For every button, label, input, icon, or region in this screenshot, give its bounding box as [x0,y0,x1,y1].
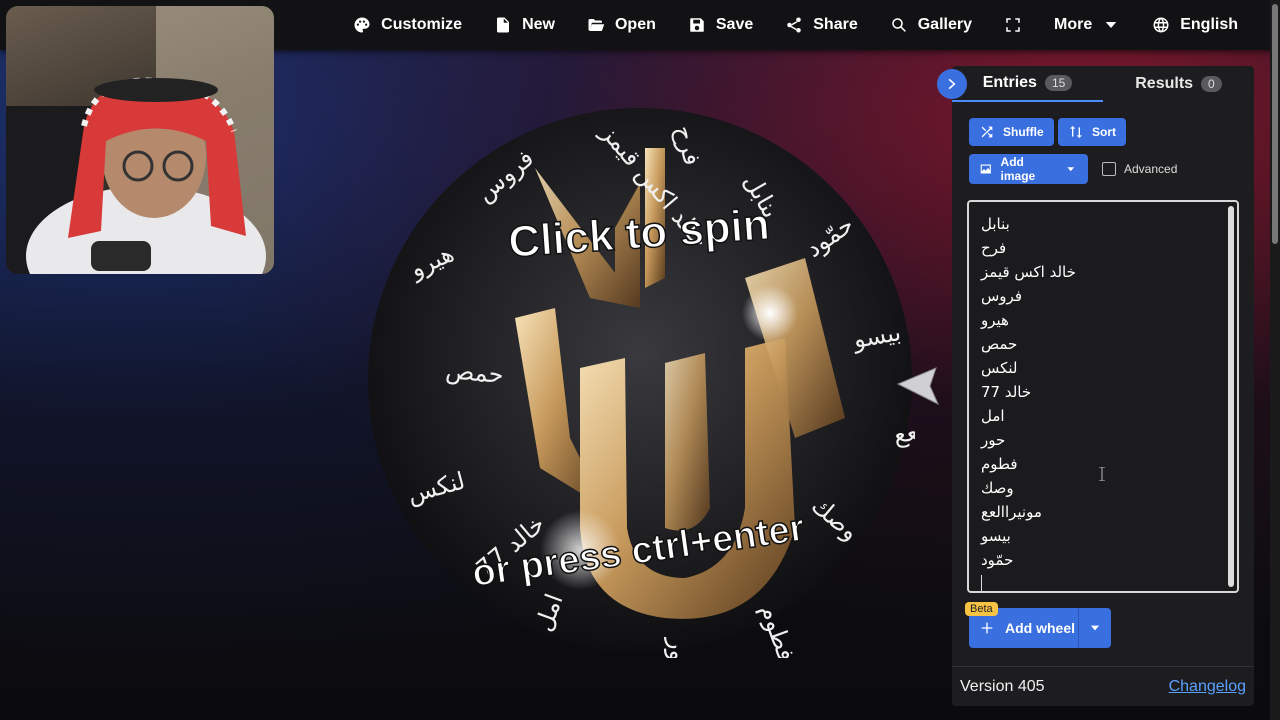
advanced-checkbox[interactable] [1102,162,1116,176]
image-icon [980,164,991,174]
advanced-toggle[interactable]: Advanced [1102,162,1177,176]
version-label: Version 405 [960,677,1045,695]
language-button[interactable]: English [1136,0,1254,50]
entry-line[interactable]: حمّود [981,548,1225,572]
entry-line[interactable]: هيرو [981,308,1225,332]
save-button[interactable]: Save [672,0,769,50]
entry-line[interactable]: بنابل [981,212,1225,236]
fullscreen-icon [1006,18,1020,32]
plus-icon [981,622,993,634]
language-label: English [1180,16,1238,33]
add-wheel-label: Add wheel [1005,620,1076,636]
share-label: Share [813,16,858,33]
tab-entries[interactable]: Entries 15 [952,66,1103,102]
rim-label: حمص [444,356,504,389]
results-count-badge: 0 [1201,76,1222,92]
save-icon [690,18,704,32]
rim-label: حور [664,637,692,658]
caret-down-icon [1090,625,1100,631]
text-caret [981,575,982,591]
customize-label: Customize [381,16,463,33]
entry-line[interactable]: فروس [981,284,1225,308]
entry-line[interactable]: بيسو [981,524,1225,548]
sort-icon [1070,126,1082,138]
spin-wheel[interactable]: بنابل حمّود بيسو مونيراالعع وصك فطوم حور… [365,108,992,677]
open-label: Open [614,16,656,33]
shuffle-icon [981,126,993,138]
file-icon [497,17,510,33]
entry-line[interactable]: خالد اكس قيمز [981,260,1225,284]
save-label: Save [715,16,754,33]
entry-line[interactable]: حور [981,428,1225,452]
text-cursor-icon [1099,467,1105,481]
collapse-panel-button[interactable] [937,69,967,99]
advanced-label: Advanced [1124,162,1178,176]
rim-label: فطوم [754,600,800,658]
caret-down-icon [1105,22,1117,28]
caret-down-icon[interactable] [1064,161,1078,177]
palette-icon [354,17,370,33]
entry-line[interactable]: خالد 77 [981,380,1225,404]
page-scrollbar-thumb[interactable] [1272,4,1278,244]
changelog-link[interactable]: Changelog [1169,678,1246,696]
tab-results[interactable]: Results 0 [1103,66,1254,102]
entries-textarea[interactable]: بنابل فرح خالد اكس قيمز فروس هيرو حمص لنكس خالد… [967,200,1239,593]
search-icon [891,18,906,32]
panel-footer: Version 405 Changelog [952,666,1254,706]
add-wheel-dropdown[interactable] [1079,608,1111,648]
new-button[interactable]: New [478,0,571,50]
entry-line[interactable]: فرح [981,236,1225,260]
open-button[interactable]: Open [571,0,672,50]
streamer-image [6,6,274,274]
fullscreen-button[interactable] [988,0,1038,50]
more-button[interactable]: More [1038,0,1136,50]
customize-button[interactable]: Customize [337,0,478,50]
folder-open-icon [588,19,605,31]
wheel-pointer-icon [896,367,940,406]
wheel-graphic[interactable]: بنابل حمّود بيسو مونيراالعع وصك فطوم حور… [365,108,992,677]
beta-badge: Beta [965,602,998,616]
share-button[interactable]: Share [769,0,873,50]
panel-tabs: Entries 15 Results 0 [952,66,1254,102]
more-label: More [1053,16,1093,33]
chevron-right-icon [948,78,956,90]
gallery-label: Gallery [917,16,972,33]
add-image-label: Add image [1000,155,1036,183]
tab-results-label: Results [1135,75,1194,92]
gallery-button[interactable]: Gallery [874,0,988,50]
entry-line[interactable]: حمص [981,332,1225,356]
sort-button[interactable]: Sort [1058,118,1126,146]
shuffle-label: Shuffle [1003,125,1044,139]
tab-entries-label: Entries [982,74,1037,91]
share-icon [787,17,801,33]
entries-list: بنابل فرح خالد اكس قيمز فروس هيرو حمص لنكس خالد… [981,212,1225,572]
webcam-overlay [6,6,274,274]
new-label: New [522,16,555,33]
entry-line[interactable]: مونيراالعع [981,500,1225,524]
page-scrollbar[interactable] [1270,0,1280,720]
globe-icon [1153,17,1169,33]
entries-count-badge: 15 [1044,75,1073,91]
add-image-button[interactable]: Add image [969,154,1088,184]
entry-line[interactable]: امل [981,404,1225,428]
sort-label: Sort [1092,125,1116,139]
entries-panel: Entries 15 Results 0 Shuffle Sort Add im… [952,66,1254,706]
shuffle-button[interactable]: Shuffle [969,118,1054,146]
entry-line[interactable]: لنكس [981,356,1225,380]
entries-scrollbar[interactable] [1228,206,1234,587]
